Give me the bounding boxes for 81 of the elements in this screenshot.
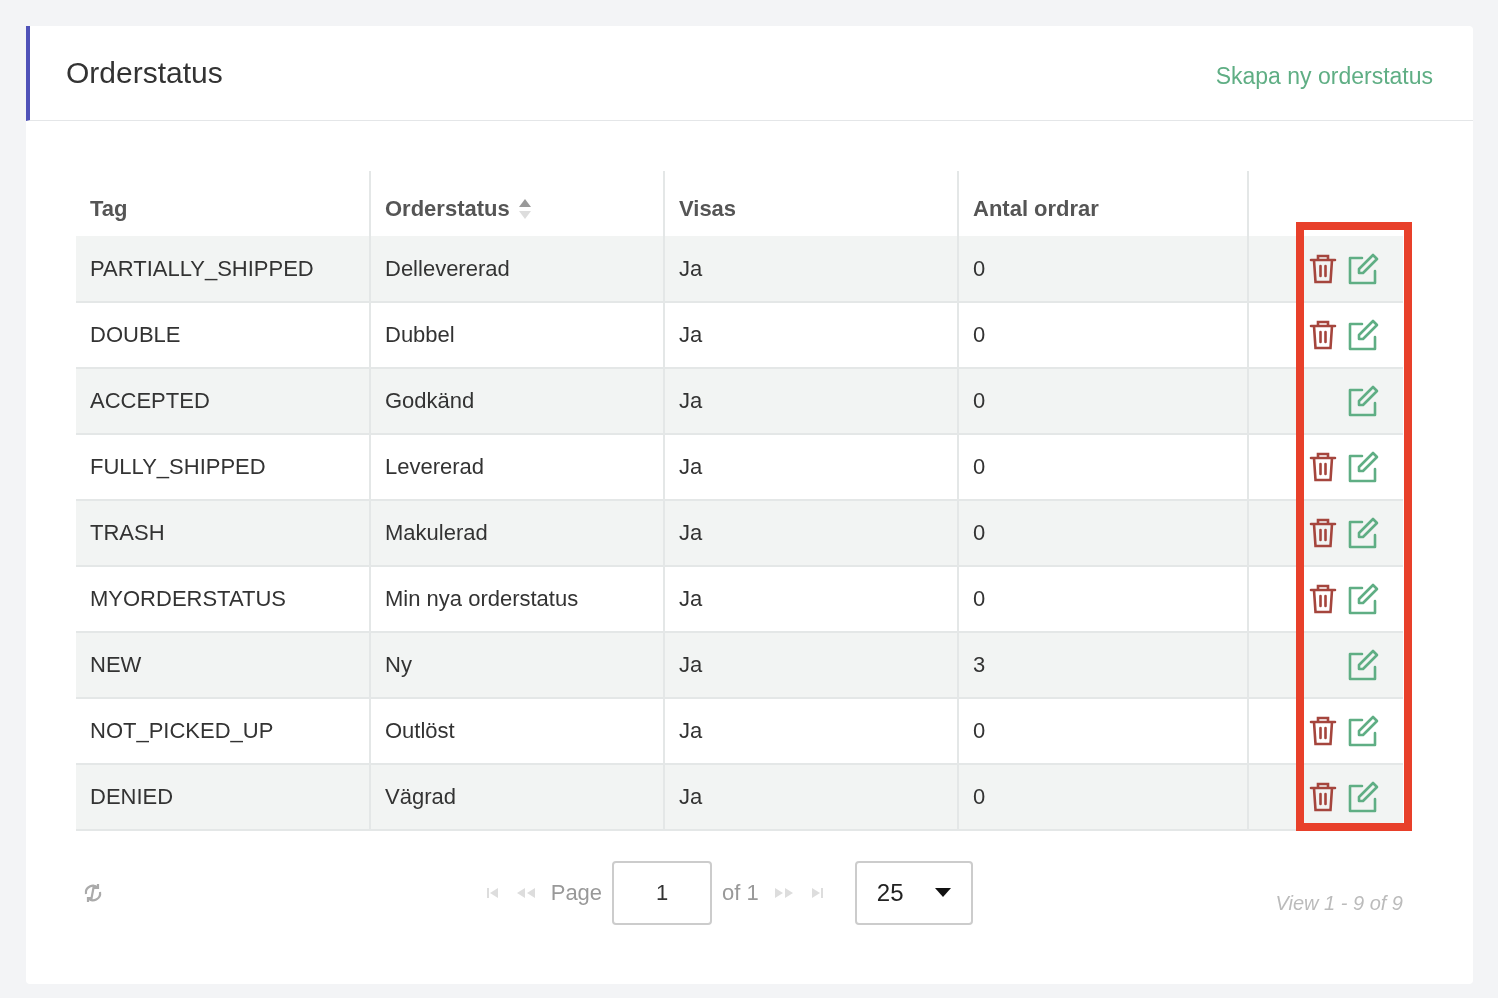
edit-icon bbox=[1347, 517, 1379, 549]
table-cell: ACCEPTED bbox=[90, 388, 210, 413]
table-cell: Min nya orderstatus bbox=[385, 586, 579, 611]
edit-icon bbox=[1347, 649, 1379, 681]
table-cell: Ja bbox=[679, 454, 703, 479]
table-cell: DENIED bbox=[90, 784, 174, 809]
edit-icon bbox=[1347, 385, 1379, 417]
edit-button[interactable] bbox=[1347, 319, 1379, 351]
trash-icon bbox=[1309, 319, 1337, 351]
table-cell: 3 bbox=[973, 652, 986, 677]
column-header: Visas bbox=[679, 195, 737, 221]
page-count: of 1 bbox=[722, 880, 759, 906]
table-cell: 0 bbox=[973, 718, 986, 743]
delete-button[interactable] bbox=[1309, 319, 1337, 351]
edit-icon bbox=[1347, 715, 1379, 747]
table-cell: MYORDERSTATUS bbox=[90, 586, 286, 611]
table-cell: Ja bbox=[679, 322, 703, 347]
table-cell: 0 bbox=[973, 255, 986, 281]
table-cell: 0 bbox=[973, 388, 986, 413]
table-cell: Vägrad bbox=[385, 784, 456, 809]
table-cell: TRASH bbox=[90, 520, 165, 545]
table-cell: Dellevererad bbox=[385, 255, 510, 281]
refresh-icon[interactable] bbox=[82, 882, 104, 904]
delete-button[interactable] bbox=[1309, 451, 1337, 483]
edit-button[interactable] bbox=[1347, 715, 1379, 747]
table-cell: PARTIALLY_SHIPPED bbox=[90, 255, 314, 281]
table-cell: DOUBLE bbox=[90, 322, 181, 347]
column-header: Tag bbox=[90, 195, 128, 221]
delete-button[interactable] bbox=[1309, 583, 1337, 615]
edit-button[interactable] bbox=[1347, 583, 1379, 615]
table-cell: Godkänd bbox=[385, 388, 475, 413]
edit-button[interactable] bbox=[1347, 252, 1379, 285]
trash-icon bbox=[1309, 517, 1337, 549]
page-title: Orderstatus bbox=[66, 56, 223, 90]
table-cell: Ja bbox=[679, 718, 703, 743]
edit-button[interactable] bbox=[1347, 517, 1379, 549]
table-cell: Makulerad bbox=[385, 520, 488, 545]
edit-button[interactable] bbox=[1347, 781, 1379, 813]
edit-icon bbox=[1347, 781, 1379, 813]
table-cell: Ja bbox=[679, 586, 703, 611]
edit-button[interactable] bbox=[1347, 649, 1379, 681]
table-cell: Outlöst bbox=[385, 718, 455, 743]
table-cell: Ny bbox=[385, 652, 412, 677]
page-label: Page bbox=[550, 880, 603, 906]
table-cell: 0 bbox=[973, 454, 986, 479]
edit-icon bbox=[1347, 252, 1379, 285]
table-cell: 0 bbox=[973, 586, 986, 611]
edit-button[interactable] bbox=[1347, 385, 1379, 417]
edit-icon bbox=[1347, 319, 1379, 351]
delete-button[interactable] bbox=[1309, 781, 1337, 813]
table-cell: Ja bbox=[679, 388, 703, 413]
delete-button[interactable] bbox=[1309, 715, 1337, 747]
table-cell: Ja bbox=[679, 652, 703, 677]
table-cell: 0 bbox=[973, 520, 986, 545]
caret-icon bbox=[934, 888, 951, 898]
table-cell: FULLY_SHIPPED bbox=[90, 454, 266, 479]
table-cell: Dubbel bbox=[385, 322, 455, 347]
trash-icon bbox=[1309, 715, 1337, 747]
delete-button[interactable] bbox=[1309, 252, 1337, 285]
table-cell: Ja bbox=[679, 520, 703, 545]
sort-icon bbox=[517, 197, 532, 220]
column-header: Antal ordrar bbox=[973, 195, 1099, 221]
edit-button[interactable] bbox=[1347, 451, 1379, 483]
delete-button[interactable] bbox=[1309, 517, 1337, 549]
trash-icon bbox=[1309, 252, 1337, 285]
page-input[interactable]: 1 bbox=[612, 861, 713, 925]
table-cell: Ja bbox=[679, 784, 703, 809]
table-cell: 0 bbox=[973, 322, 986, 347]
page-size-select[interactable]: 25 bbox=[854, 861, 973, 925]
edit-icon bbox=[1347, 583, 1379, 615]
table-cell: NEW bbox=[90, 652, 142, 677]
records-summary: View 1 - 9 of 9 bbox=[1275, 891, 1403, 915]
sort-header-button[interactable]: Orderstatus bbox=[385, 195, 532, 222]
edit-icon bbox=[1347, 451, 1379, 483]
trash-icon bbox=[1309, 781, 1337, 813]
table-cell: Levererad bbox=[385, 454, 485, 479]
table-cell: NOT_PICKED_UP bbox=[90, 718, 274, 743]
table-cell: Ja bbox=[679, 255, 703, 281]
trash-icon bbox=[1309, 451, 1337, 483]
trash-icon bbox=[1309, 583, 1337, 615]
table-cell: 0 bbox=[973, 784, 986, 809]
